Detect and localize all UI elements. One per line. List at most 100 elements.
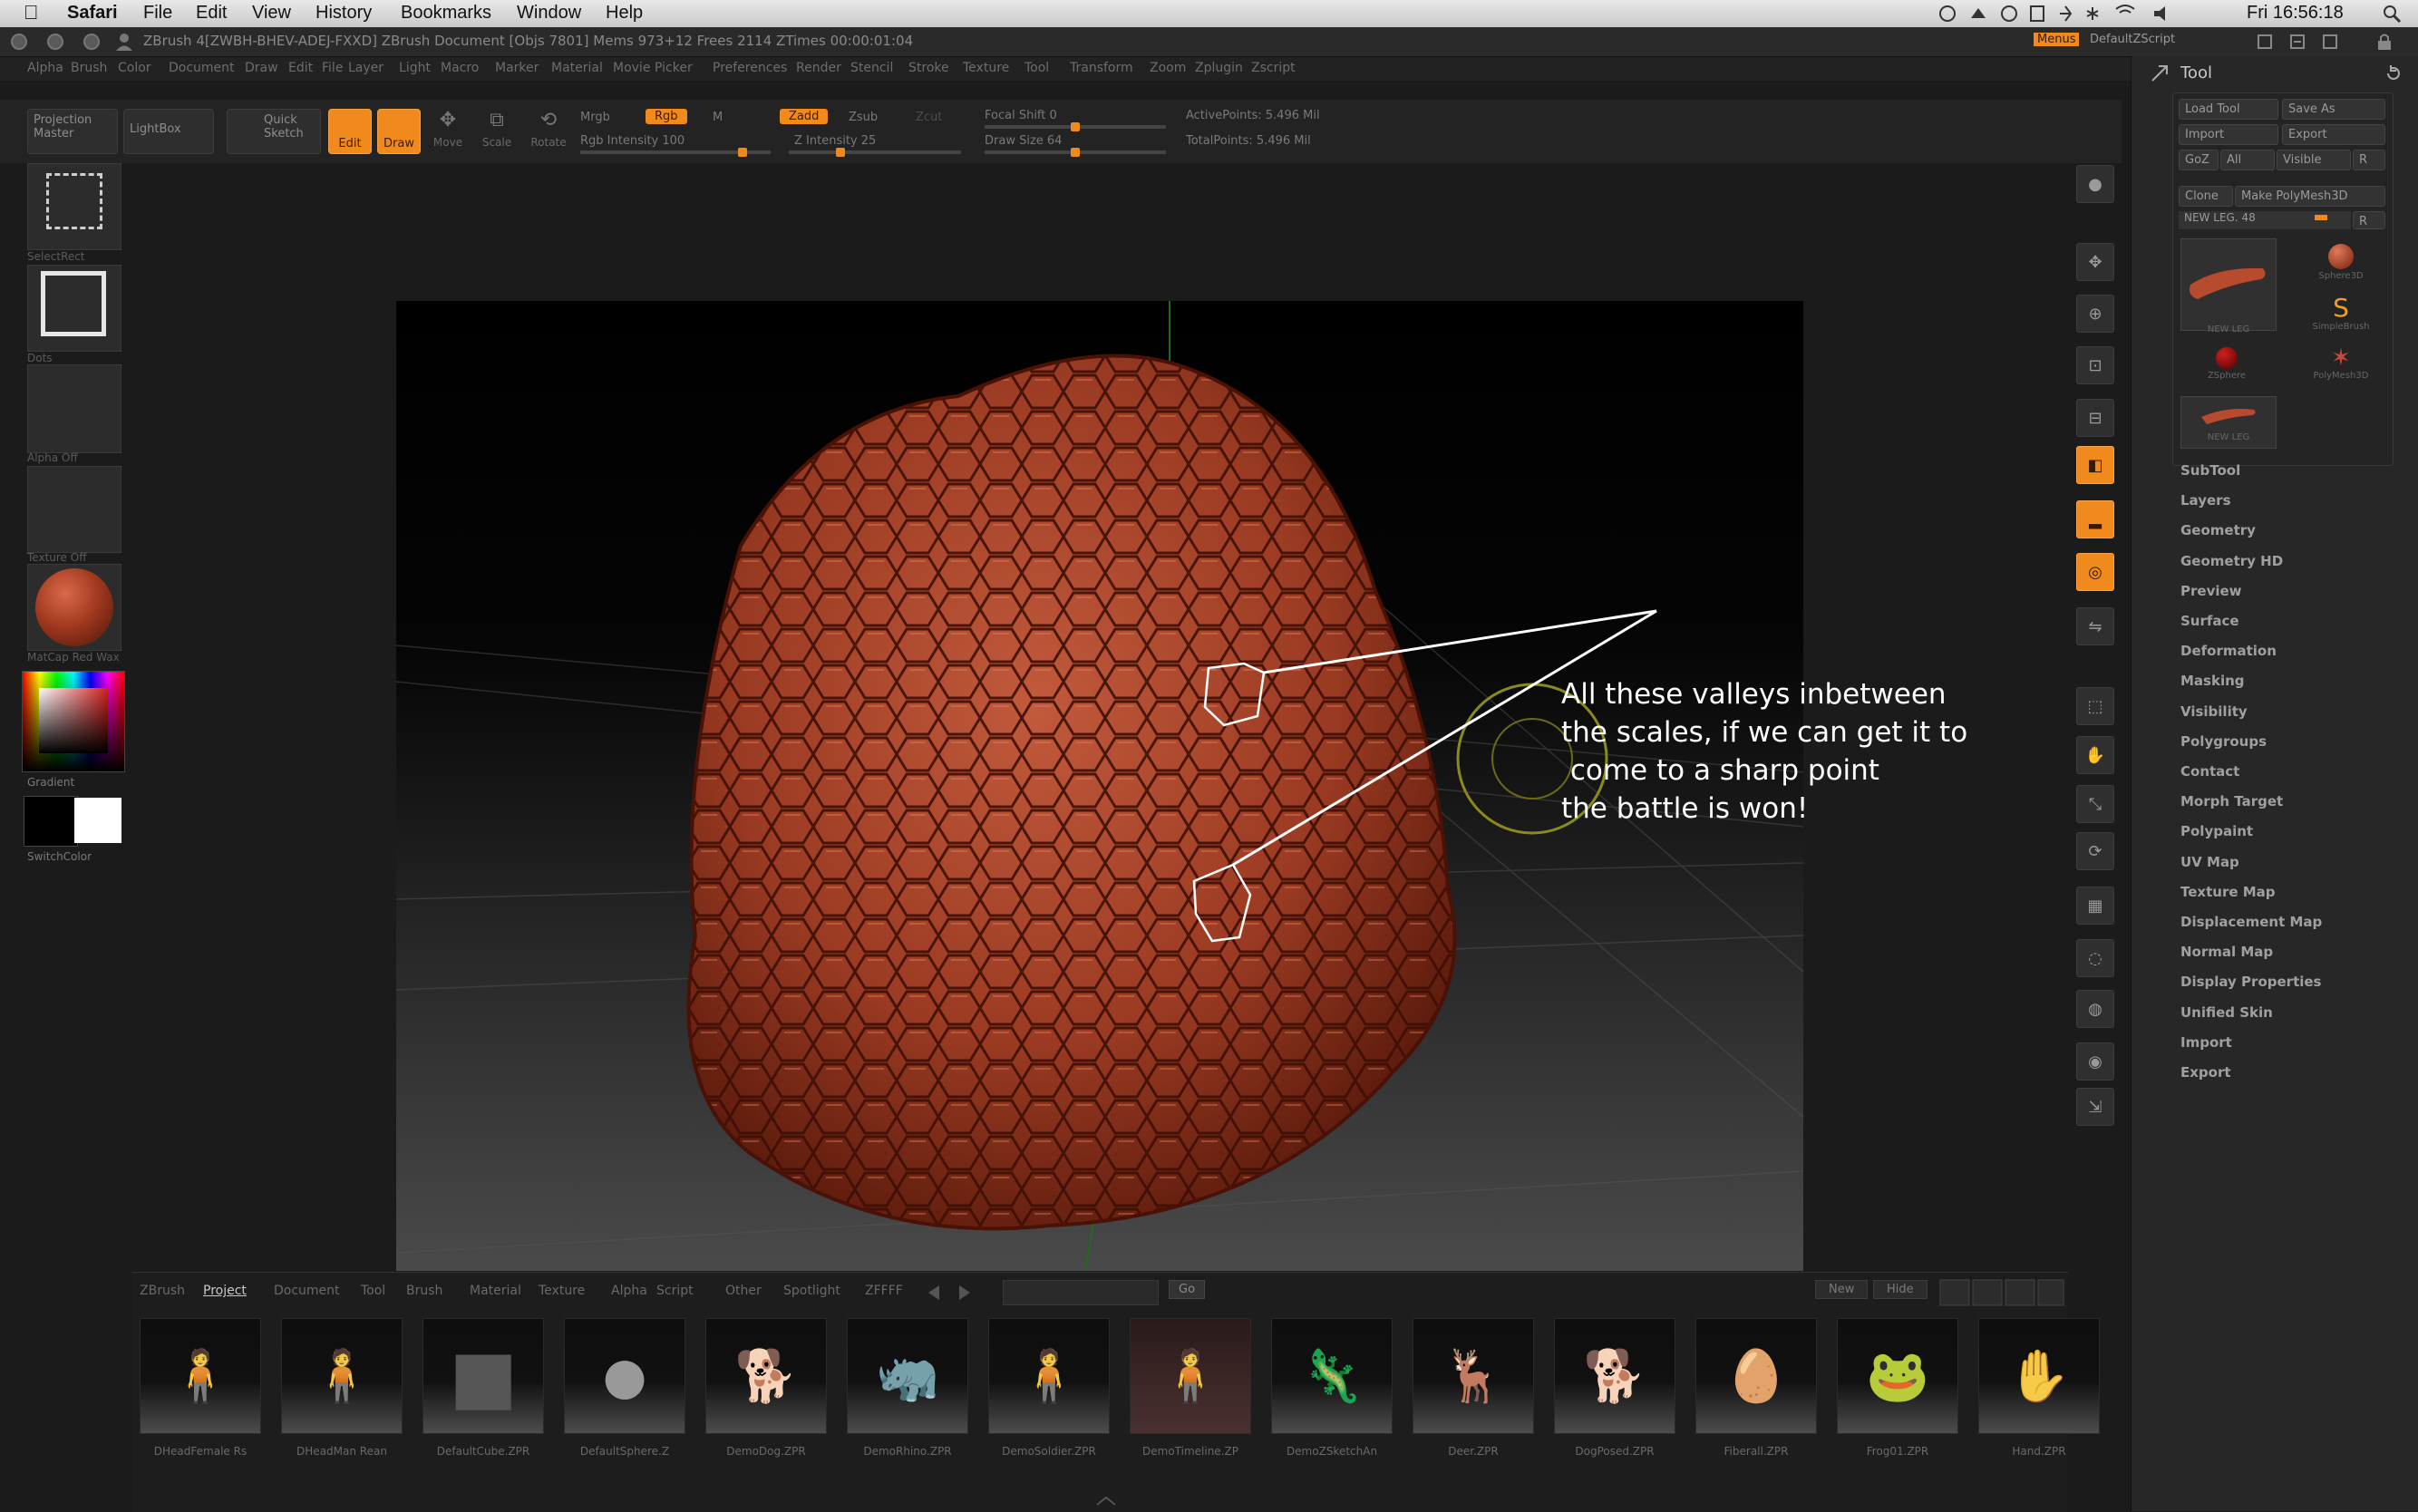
lightbox-go-button[interactable]: Go	[1169, 1280, 1206, 1299]
zmenu-file[interactable]: File	[322, 61, 343, 75]
lightbox-collapse-handle[interactable]	[1079, 1492, 1133, 1510]
switch-color-caption[interactable]: SwitchColor	[27, 850, 92, 863]
save-as-button[interactable]: Save As	[2282, 99, 2385, 120]
settings-icon[interactable]	[2288, 33, 2306, 51]
tool-section-masking[interactable]: Masking	[2180, 673, 2245, 689]
menus-toggle[interactable]: Menus	[2034, 33, 2080, 46]
zmenu-marker[interactable]: Marker	[495, 61, 539, 75]
main-color-swatch[interactable]	[24, 796, 78, 847]
mrgb-toggle[interactable]: Mrgb	[580, 111, 610, 124]
zmenu-document[interactable]: Document	[169, 61, 235, 75]
r-button[interactable]: R	[2353, 150, 2385, 170]
lightbox-tab-project[interactable]: Project	[203, 1284, 247, 1298]
tool-thumb-leg2[interactable]: NEW LEG	[2180, 396, 2277, 449]
shelf-persp-button[interactable]: ◧	[2076, 446, 2114, 484]
menu-window[interactable]: Window	[517, 3, 581, 24]
user-icon[interactable]	[114, 32, 134, 52]
draw-button[interactable]: Draw	[377, 109, 421, 154]
lightbox-item-12[interactable]: 🐸	[1837, 1318, 1958, 1434]
lightbox-item-3[interactable]: ●	[564, 1318, 685, 1434]
lightbox-item-8[interactable]: 🦎	[1271, 1318, 1393, 1434]
zmenu-render[interactable]: Render	[796, 61, 841, 75]
tool-section-uv-map[interactable]: UV Map	[2180, 854, 2239, 870]
zsub-toggle[interactable]: Zsub	[849, 111, 878, 124]
minimize-window-button[interactable]	[47, 34, 63, 50]
lightbox-tab-zbrush[interactable]: ZBrush	[140, 1284, 185, 1298]
shelf-polyf-button[interactable]: ▦	[2076, 887, 2114, 925]
shelf-frame-button[interactable]: ⬚	[2076, 687, 2114, 725]
lightbox-button[interactable]: LightBox	[123, 109, 214, 154]
lightbox-tab-zffff[interactable]: ZFFFF	[865, 1284, 903, 1298]
spotlight-icon[interactable]	[2383, 5, 2403, 23]
rotate-button[interactable]: ⟲ Rotate	[524, 109, 573, 154]
all-button[interactable]: All	[2220, 150, 2275, 170]
lightbox-tab-texture[interactable]: Texture	[539, 1284, 585, 1298]
shelf-solo-button[interactable]: ◉	[2076, 1042, 2114, 1081]
lightbox-item-11[interactable]: 🥚	[1695, 1318, 1817, 1434]
import-button[interactable]: Import	[2179, 124, 2278, 145]
menu-view[interactable]: View	[252, 3, 291, 24]
gradient-caption[interactable]: Gradient	[27, 776, 74, 789]
texture-slot[interactable]	[27, 466, 121, 553]
lightbox-item-5[interactable]: 🦏	[847, 1318, 968, 1434]
material-slot[interactable]	[27, 564, 121, 651]
tool-thumb-sphere3d[interactable]: Sphere3D	[2300, 238, 2382, 293]
draw-size-knob[interactable]	[1071, 148, 1080, 157]
z-intensity-slider[interactable]	[789, 148, 961, 157]
tool-section-export[interactable]: Export	[2180, 1064, 2231, 1081]
menu-file[interactable]: File	[143, 3, 172, 24]
shelf-local-button[interactable]: ◎	[2076, 553, 2114, 591]
lightbox-tab-spotlight[interactable]: Spotlight	[783, 1284, 840, 1298]
tool-section-preview[interactable]: Preview	[2180, 583, 2242, 599]
lightbox-nav-arrows[interactable]	[921, 1280, 985, 1305]
zmenu-preferences[interactable]: Preferences	[713, 61, 787, 75]
make-polymesh-button[interactable]: Make PolyMesh3D	[2235, 186, 2385, 207]
zmenu-draw[interactable]: Draw	[245, 61, 278, 75]
lightbox-path-field[interactable]	[1003, 1280, 1159, 1305]
scale-button[interactable]: ⧉ Scale	[475, 109, 519, 154]
tool-section-normal-map[interactable]: Normal Map	[2180, 944, 2273, 960]
dots-stroke-slot[interactable]	[27, 265, 121, 352]
shelf-scale-button[interactable]: ⤡	[2076, 785, 2114, 823]
z-intensity-knob[interactable]	[836, 148, 845, 157]
lightbox-tab-material[interactable]: Material	[470, 1284, 521, 1298]
shelf-actual-button[interactable]: ⊡	[2076, 346, 2114, 384]
tool-thumb-polymesh3d[interactable]: ✶ PolyMesh3D	[2300, 345, 2382, 391]
zmenu-edit[interactable]: Edit	[288, 61, 313, 75]
focal-shift-slider[interactable]	[985, 122, 1166, 131]
rgb-intensity-knob[interactable]	[737, 148, 747, 157]
menu-bookmarks[interactable]: Bookmarks	[401, 3, 491, 24]
zmenu-material[interactable]: Material	[551, 61, 603, 75]
tool-section-polypaint[interactable]: Polypaint	[2180, 823, 2253, 839]
tool-section-contact[interactable]: Contact	[2180, 763, 2239, 780]
lightbox-tab-tool[interactable]: Tool	[361, 1284, 385, 1298]
visible-button[interactable]: Visible	[2277, 150, 2351, 170]
tool-section-unified-skin[interactable]: Unified Skin	[2180, 1004, 2273, 1021]
zoom-window-button[interactable]	[83, 34, 100, 50]
palette-pin-icon[interactable]	[2150, 63, 2170, 83]
zmenu-light[interactable]: Light	[399, 61, 431, 75]
shelf-rotate-button[interactable]: ⟳	[2076, 832, 2114, 870]
zmenu-tool[interactable]: Tool	[1024, 61, 1049, 75]
close-window-button[interactable]	[11, 34, 27, 50]
zmenu-layer[interactable]: Layer	[348, 61, 384, 75]
default-zscript[interactable]: DefaultZScript	[2090, 33, 2175, 46]
zmenu-color[interactable]: Color	[118, 61, 151, 75]
zmenu-stroke[interactable]: Stroke	[908, 61, 949, 75]
shelf-aahalf-button[interactable]: ⊟	[2076, 399, 2114, 437]
r2-button[interactable]: R	[2353, 211, 2385, 229]
shelf-ghost-button[interactable]: ◍	[2076, 990, 2114, 1028]
menu-box-icon[interactable]	[2256, 33, 2274, 51]
zmenu-macro[interactable]: Macro	[441, 61, 479, 75]
zmenu-zscript[interactable]: Zscript	[1251, 61, 1296, 75]
tool-section-surface[interactable]: Surface	[2180, 613, 2239, 629]
rgb-intensity-slider[interactable]	[580, 148, 771, 157]
lightbox-item-10[interactable]: 🐕	[1554, 1318, 1675, 1434]
export-button[interactable]: Export	[2282, 124, 2385, 145]
lightbox-item-1[interactable]: 🧍	[281, 1318, 403, 1434]
status-icons[interactable]	[1938, 4, 2210, 24]
zmenu-alpha[interactable]: Alpha	[27, 61, 63, 75]
zmenu-transform[interactable]: Transform	[1070, 61, 1133, 75]
shelf-scroll-button[interactable]: ✥	[2076, 243, 2114, 281]
edit-button[interactable]: Edit	[328, 109, 372, 154]
